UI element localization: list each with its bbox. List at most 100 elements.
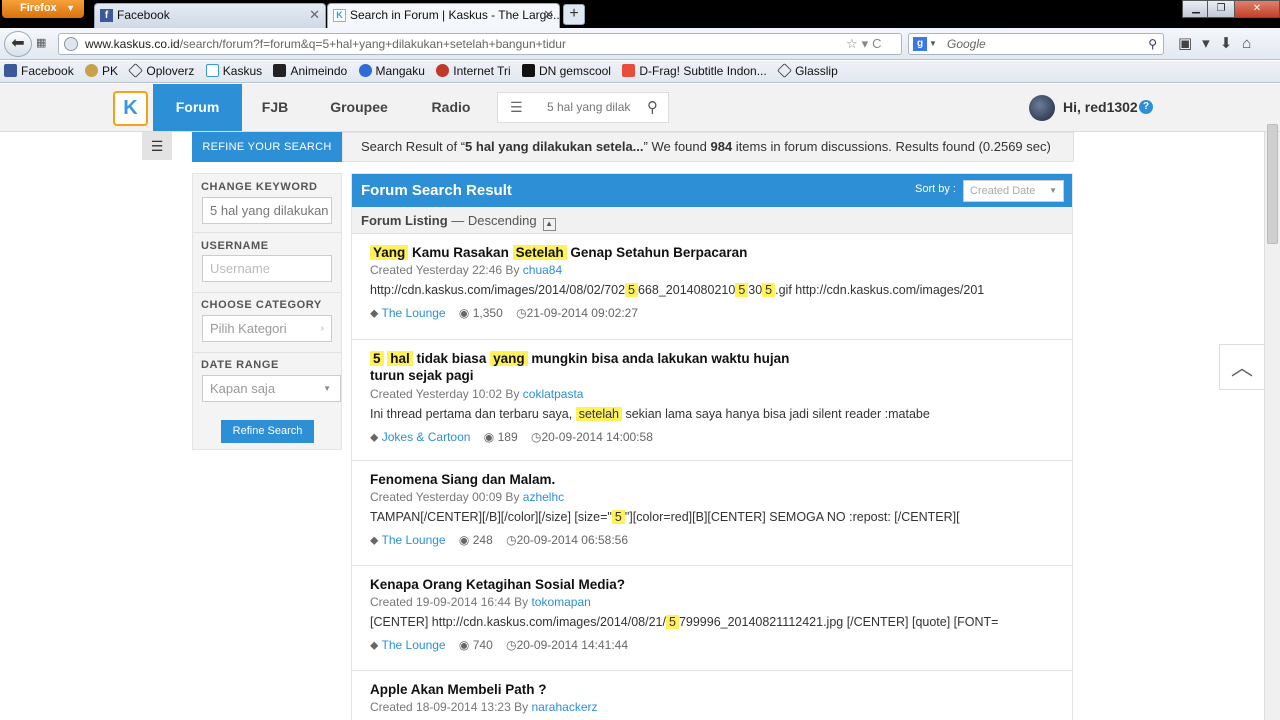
kaskus-logo[interactable]: K bbox=[113, 91, 148, 126]
web-search-input[interactable]: g ▼ Google ⚲ bbox=[908, 33, 1164, 55]
back-arrow-icon[interactable]: ⬅ bbox=[4, 31, 32, 57]
facebook-icon bbox=[4, 64, 17, 77]
dn-icon bbox=[521, 64, 535, 77]
globe-icon bbox=[64, 37, 78, 51]
bookmark-item[interactable]: DN gemscool bbox=[521, 61, 611, 82]
result-title[interactable]: 5 hal tidak biasa yang mungkin bisa anda… bbox=[370, 350, 810, 384]
nav-groupee[interactable]: Groupee bbox=[314, 84, 404, 131]
bookmark-item[interactable]: PK bbox=[85, 61, 118, 82]
result-item: 5 hal tidak biasa yang mungkin bisa anda… bbox=[352, 340, 1072, 461]
text-segment: .gif http://cdn.kaskus.com/images/201 bbox=[775, 283, 985, 297]
clock-icon: ◷ bbox=[502, 306, 527, 320]
highlight-term: Setelah bbox=[512, 245, 567, 260]
refine-search-tab[interactable]: REFINE YOUR SEARCH bbox=[192, 132, 342, 162]
result-item: Yang Kamu Rasakan Setelah Genap Setahun … bbox=[352, 234, 1072, 340]
bookmark-item[interactable]: Mangaku bbox=[358, 61, 425, 82]
date-select[interactable]: Kapan saja ▼ bbox=[202, 375, 341, 402]
result-footer: ⬥ The Lounge ◉ 740 ◷20-09-2014 14:41:44 bbox=[370, 638, 628, 653]
nav-fjb[interactable]: FJB bbox=[242, 84, 308, 131]
views-count: 740 bbox=[472, 638, 493, 652]
tab-facebook[interactable]: f Facebook ✕ bbox=[94, 3, 326, 28]
author-link[interactable]: narahackerz bbox=[531, 700, 597, 714]
bookmark-item[interactable]: Animeindo bbox=[273, 61, 347, 82]
keyword-input[interactable]: 5 hal yang dilakukan bbox=[202, 197, 332, 224]
bookmark-item[interactable]: Kaskus bbox=[205, 61, 262, 82]
chevron-down-icon: ▼ bbox=[1049, 186, 1057, 195]
site-search-box[interactable]: ☰ 5 hal yang dilak ⚲ bbox=[497, 92, 669, 123]
search-icon[interactable]: ⚲ bbox=[647, 98, 658, 116]
highlight-term: 5 bbox=[735, 283, 749, 297]
list-toggle-icon[interactable]: ☰ bbox=[142, 132, 172, 160]
result-footer: ⬥ The Lounge ◉ 248 ◷20-09-2014 06:58:56 bbox=[370, 533, 628, 548]
bookmark-item[interactable]: Oploverz bbox=[128, 61, 194, 82]
highlight-term: hal bbox=[387, 351, 413, 366]
date-section: DATE RANGE Kapan saja ▼ bbox=[193, 353, 341, 409]
toolbar-icons[interactable]: ▣▾⬇⌂ bbox=[1178, 34, 1261, 52]
page-icon[interactable]: ▦ bbox=[36, 36, 52, 52]
close-tab-icon[interactable]: ✕ bbox=[309, 4, 320, 26]
created-text: Created Yesterday 22:46 By bbox=[370, 263, 523, 277]
avatar[interactable] bbox=[1029, 95, 1055, 121]
author-link[interactable]: chua84 bbox=[523, 263, 562, 277]
site-search-input[interactable]: 5 hal yang dilak bbox=[547, 93, 631, 122]
bookmark-item[interactable]: Facebook bbox=[4, 61, 74, 82]
highlight-term: 5 bbox=[625, 283, 638, 297]
collapse-icon[interactable]: ▲ bbox=[542, 218, 556, 231]
category-link[interactable]: The Lounge bbox=[382, 638, 446, 652]
chevron-down-icon[interactable]: ▼ bbox=[929, 34, 937, 54]
scroll-to-top-button[interactable]: ︿ bbox=[1219, 344, 1265, 390]
bookmark-item[interactable]: Internet Tri bbox=[436, 61, 511, 82]
list-icon[interactable]: ☰ bbox=[510, 99, 523, 116]
user-greeting[interactable]: Hi, red1302 bbox=[1063, 84, 1138, 131]
bookmark-item[interactable]: Glasslip bbox=[777, 61, 838, 82]
result-title[interactable]: Fenomena Siang dan Malam. bbox=[370, 471, 810, 488]
scrollbar-thumb[interactable] bbox=[1267, 124, 1278, 244]
author-link[interactable]: tokomapan bbox=[531, 595, 590, 609]
nav-radio[interactable]: Radio bbox=[418, 84, 484, 131]
refine-search-button[interactable]: Refine Search bbox=[221, 420, 314, 443]
highlight-term: setelah bbox=[575, 407, 622, 421]
category-select[interactable]: Pilih Kategori › bbox=[202, 315, 332, 342]
search-icon[interactable]: ⚲ bbox=[1148, 34, 1157, 54]
sort-label: Sort by : bbox=[915, 183, 956, 195]
username-input[interactable]: Username bbox=[202, 255, 332, 282]
views-icon: ◉ bbox=[445, 306, 473, 320]
category-link[interactable]: The Lounge bbox=[382, 533, 446, 547]
bookmark-item[interactable]: D-Frag! Subtitle Indon... bbox=[622, 61, 767, 82]
diamond-icon bbox=[128, 63, 144, 78]
author-link[interactable]: coklatpasta bbox=[523, 387, 584, 401]
category-link[interactable]: The Lounge bbox=[382, 306, 446, 320]
firefox-menu-button[interactable]: Firefox ▼ bbox=[2, 0, 84, 18]
search-summary: Search Result of “5 hal yang dilakukan s… bbox=[342, 132, 1074, 162]
category-title: CHOOSE CATEGORY bbox=[201, 299, 322, 311]
close-window-button[interactable]: ✕ bbox=[1234, 0, 1280, 18]
maximize-button[interactable]: ❐ bbox=[1207, 0, 1235, 18]
nav-forum[interactable]: Forum bbox=[153, 84, 242, 131]
close-tab-icon[interactable]: ✕ bbox=[543, 4, 554, 26]
tag-icon: ⬥ bbox=[370, 533, 382, 547]
result-title[interactable]: Yang Kamu Rasakan Setelah Genap Setahun … bbox=[370, 244, 810, 261]
address-bar[interactable]: www.kaskus.co.id/search/forum?f=forum&q=… bbox=[58, 33, 902, 55]
sort-select[interactable]: Created Date ▼ bbox=[963, 180, 1064, 202]
animeindo-icon bbox=[273, 64, 287, 77]
minimize-button[interactable]: ▁ bbox=[1182, 0, 1210, 18]
new-tab-button[interactable]: + bbox=[563, 4, 585, 25]
text-segment: Ini thread pertama dan terbaru saya, bbox=[370, 407, 576, 421]
text-segment: Genap Setahun Berpacaran bbox=[566, 245, 748, 260]
scrollbar[interactable] bbox=[1264, 124, 1280, 720]
bookmark-star-icon[interactable]: ☆▾C bbox=[846, 36, 886, 52]
result-title[interactable]: Kenapa Orang Ketagihan Sosial Media? bbox=[370, 576, 810, 593]
author-link[interactable]: azhelhc bbox=[523, 490, 564, 504]
chevron-down-icon: ▼ bbox=[323, 384, 331, 393]
result-meta: Created 18-09-2014 13:23 By narahackerz bbox=[370, 700, 598, 714]
last-post-date: 20-09-2014 06:58:56 bbox=[516, 533, 629, 547]
tab-kaskus-search[interactable]: K Search in Forum | Kaskus - The Large..… bbox=[327, 3, 560, 28]
result-title[interactable]: Apple Akan Membeli Path ? bbox=[370, 681, 810, 698]
text-segment: Kamu Rasakan bbox=[408, 245, 513, 260]
mangaku-icon bbox=[358, 64, 372, 77]
help-icon[interactable]: ? bbox=[1139, 100, 1153, 114]
category-link[interactable]: Jokes & Cartoon bbox=[382, 430, 471, 444]
result-item: Fenomena Siang dan Malam. Created Yesterd… bbox=[352, 461, 1072, 566]
views-icon: ◉ bbox=[445, 533, 473, 547]
highlight-term: Yang bbox=[370, 245, 409, 260]
